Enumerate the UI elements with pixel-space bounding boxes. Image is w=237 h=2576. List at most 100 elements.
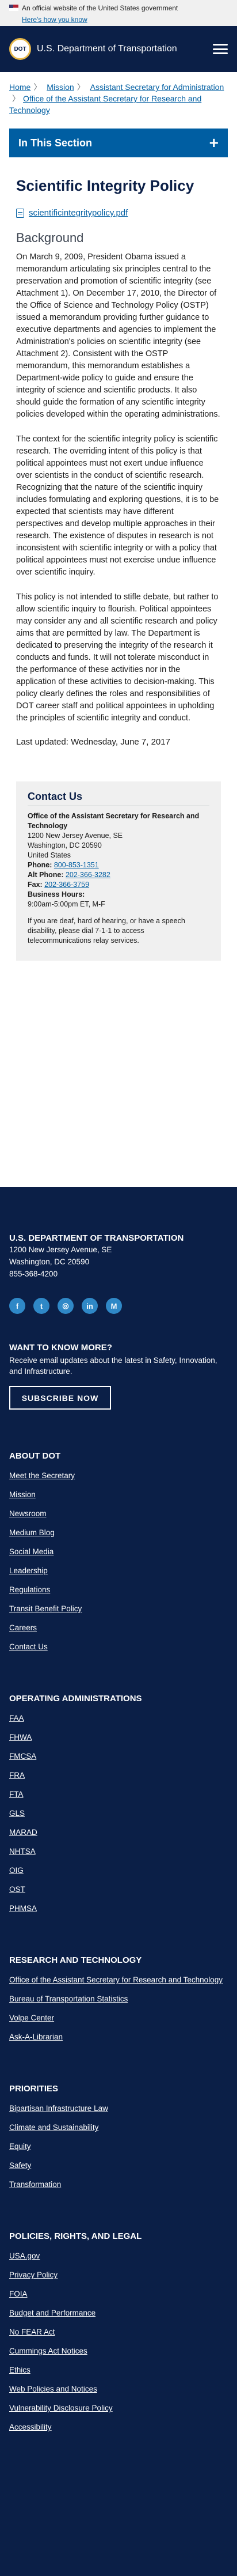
us-flag-icon <box>9 5 18 11</box>
page-title: Scientific Integrity Policy <box>16 177 194 194</box>
footer-link[interactable]: Careers <box>9 1623 37 1632</box>
footer-policies: POLICIES, RIGHTS, AND LEGAL USA.gov Priv… <box>9 2231 228 2433</box>
footer-link[interactable]: FMCSA <box>9 1752 36 1761</box>
footer-priorities: PRIORITIES Bipartisan Infrastructure Law… <box>9 2084 228 2190</box>
facebook-icon[interactable]: f <box>9 1298 25 1314</box>
medium-icon[interactable]: M <box>106 1298 122 1314</box>
footer-link[interactable]: FAA <box>9 1714 24 1723</box>
footer-link[interactable]: USA.gov <box>9 2252 40 2260</box>
footer-link[interactable]: Ask-A-Librarian <box>9 2033 63 2041</box>
footer-link[interactable]: FRA <box>9 1771 25 1780</box>
footer-research: RESEARCH AND TECHNOLOGY Office of the As… <box>9 1955 228 2042</box>
footer-street: 1200 New Jersey Avenue, SE <box>9 1245 112 1254</box>
footer-link[interactable]: Bipartisan Infrastructure Law <box>9 2104 108 2113</box>
footer-link[interactable]: FOIA <box>9 2290 28 2298</box>
subscribe-button[interactable]: SUBSCRIBE NOW <box>9 1386 111 1410</box>
footer-link[interactable]: Bureau of Transportation Statistics <box>9 1995 128 2003</box>
footer-link[interactable]: FHWA <box>9 1733 32 1742</box>
footer-link[interactable]: Medium Blog <box>9 1528 55 1537</box>
gov-banner: An official website of the United States… <box>0 0 237 16</box>
footer-link[interactable]: Transformation <box>9 2180 61 2189</box>
footer-link[interactable]: OST <box>9 1885 25 1894</box>
breadcrumb-mission[interactable]: Mission <box>47 82 74 92</box>
footer-link[interactable]: GLS <box>9 1809 25 1818</box>
linkedin-icon[interactable]: in <box>82 1298 98 1314</box>
twitter-icon[interactable]: t <box>33 1298 49 1314</box>
footer-link[interactable]: Office of the Assistant Secretary for Re… <box>9 1976 223 1984</box>
footer-policies-heading: POLICIES, RIGHTS, AND LEGAL <box>9 2231 142 2241</box>
breadcrumb-asa[interactable]: Assistant Secretary for Administration <box>90 82 224 92</box>
how-you-know-link[interactable]: Here's how you know <box>0 16 237 26</box>
last-updated: Last updated: Wednesday, June 7, 2017 <box>16 737 170 747</box>
paragraph: The context for the scientific integrity… <box>16 435 219 577</box>
footer-link[interactable]: Mission <box>9 1490 36 1499</box>
pdf-download-link[interactable]: scientificintegritypolicy.pdf <box>16 208 221 218</box>
phone-label: Phone: <box>28 861 52 869</box>
footer-link[interactable]: Privacy Policy <box>9 2271 58 2279</box>
footer-link[interactable]: Meet the Secretary <box>9 1471 75 1480</box>
breadcrumb-home[interactable]: Home <box>9 82 30 92</box>
footer-link[interactable]: OIG <box>9 1866 24 1875</box>
fax-link[interactable]: 202-366-3759 <box>44 881 89 889</box>
site-footer: U.S. DEPARTMENT OF TRANSPORTATION 1200 N… <box>0 1187 237 2576</box>
footer-phone: 855-368-4200 <box>9 1270 58 1278</box>
file-icon <box>16 208 24 218</box>
footer-link[interactable]: MARAD <box>9 1828 37 1837</box>
footer-link[interactable]: Safety <box>9 2161 31 2170</box>
section-nav-label: In This Section <box>18 137 93 149</box>
breadcrumb-separator: 〉 <box>33 82 42 92</box>
gov-banner-text: An official website of the United States… <box>22 3 178 12</box>
hamburger-icon[interactable] <box>213 44 228 54</box>
breadcrumb-separator: 〉 <box>77 82 85 92</box>
alt-phone-link[interactable]: 202-366-3282 <box>66 871 110 879</box>
footer-link[interactable]: Contact Us <box>9 1642 48 1651</box>
footer-more-heading: WANT TO KNOW MORE? <box>9 1343 112 1353</box>
contact-country: United States <box>28 851 71 859</box>
fax-label: Fax: <box>28 881 43 889</box>
plus-icon: + <box>209 134 219 152</box>
footer-link[interactable]: Newsroom <box>9 1509 47 1518</box>
pdf-link-text[interactable]: scientificintegritypolicy.pdf <box>29 208 128 218</box>
footer-operating-heading: OPERATING ADMINISTRATIONS <box>9 1694 142 1704</box>
footer-about-heading: ABOUT DOT <box>9 1451 61 1461</box>
background-heading: Background <box>16 231 84 245</box>
breadcrumb-separator: 〉 <box>12 94 20 103</box>
footer-link[interactable]: Regulations <box>9 1585 50 1594</box>
footer-link[interactable]: Ethics <box>9 2366 30 2374</box>
footer-link[interactable]: Web Policies and Notices <box>9 2385 97 2393</box>
social-links: f t ◎ in M <box>9 1298 228 1314</box>
policy-body: On March 9, 2009, President Obama issued… <box>16 251 221 724</box>
phone-link[interactable]: 800-853-1351 <box>54 861 99 869</box>
contact-city: Washington, DC 20590 <box>28 841 102 849</box>
agency-logo-link[interactable]: DOT U.S. Department of Transportation <box>9 38 177 60</box>
footer-link[interactable]: Volpe Center <box>9 2014 54 2022</box>
footer-link[interactable]: Cummings Act Notices <box>9 2347 87 2355</box>
contact-heading: Contact Us <box>28 791 209 806</box>
footer-link[interactable]: Vulnerability Disclosure Policy <box>9 2404 113 2412</box>
footer-about: ABOUT DOT Meet the Secretary Mission New… <box>9 1451 228 1652</box>
footer-link[interactable]: Social Media <box>9 1547 53 1556</box>
footer-link[interactable]: Budget and Performance <box>9 2309 95 2317</box>
footer-link[interactable]: Leadership <box>9 1566 48 1575</box>
paragraph: On March 9, 2009, President Obama issued… <box>16 252 220 419</box>
contact-org: Office of the Assistant Secretary for Re… <box>28 812 200 830</box>
footer-link[interactable]: Accessibility <box>9 2423 52 2431</box>
footer-link[interactable]: No FEAR Act <box>9 2328 55 2336</box>
footer-link[interactable]: PHMSA <box>9 1904 37 1913</box>
footer-link[interactable]: NHTSA <box>9 1847 36 1856</box>
footer-link[interactable]: Equity <box>9 2142 31 2151</box>
dot-seal-icon: DOT <box>9 38 31 60</box>
in-this-section-toggle[interactable]: In This Section + <box>9 129 228 157</box>
hours-label: Business Hours: <box>28 890 85 898</box>
footer-operating: OPERATING ADMINISTRATIONS FAA FHWA FMCSA… <box>9 1694 228 1914</box>
breadcrumb: Home 〉 Mission 〉 Assistant Secretary for A… <box>0 72 237 120</box>
business-hours: 9:00am-5:00pm ET, M-F <box>28 900 105 908</box>
footer-link[interactable]: Climate and Sustainability <box>9 2123 98 2132</box>
footer-research-heading: RESEARCH AND TECHNOLOGY <box>9 1955 142 1965</box>
instagram-icon[interactable]: ◎ <box>58 1298 74 1314</box>
footer-priorities-heading: PRIORITIES <box>9 2084 59 2094</box>
footer-link[interactable]: FTA <box>9 1790 24 1799</box>
breadcrumb-ost-r[interactable]: Office of the Assistant Secretary for Re… <box>9 94 201 115</box>
relay-note: If you are deaf, hard of hearing, or hav… <box>28 917 185 945</box>
footer-link[interactable]: Transit Benefit Policy <box>9 1604 82 1613</box>
